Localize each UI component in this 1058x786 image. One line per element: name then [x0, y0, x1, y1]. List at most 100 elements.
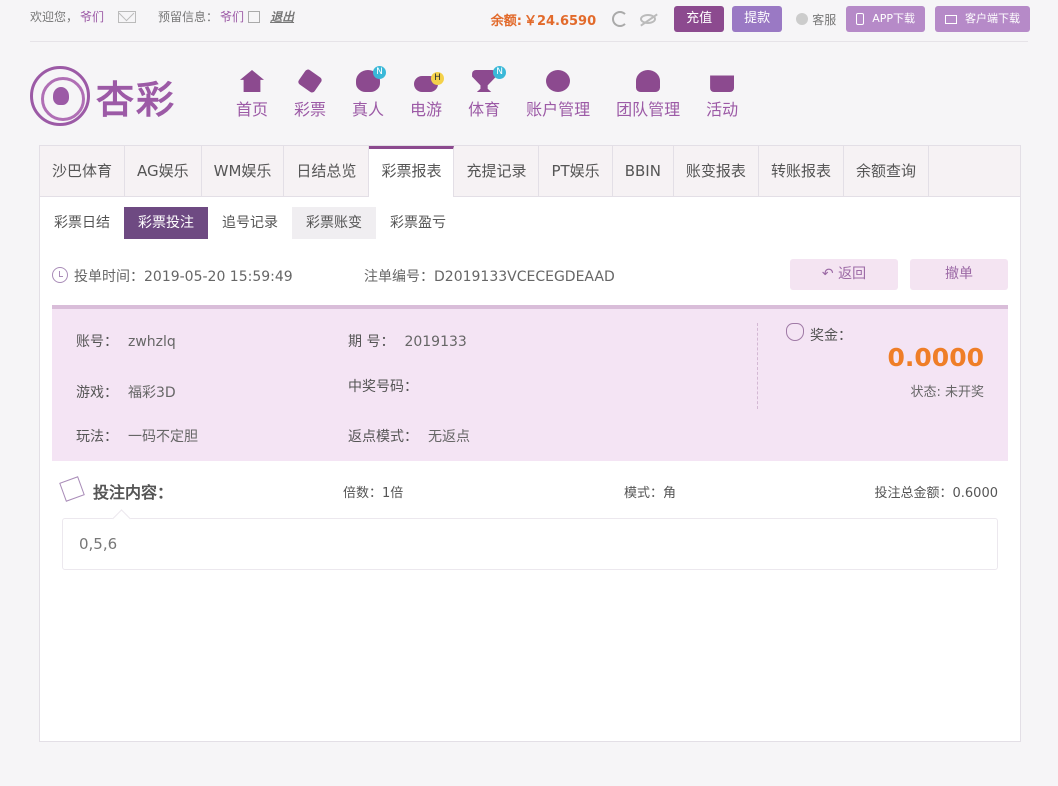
account-label: 账号：: [76, 334, 118, 350]
client-download-label: 客户端下载: [965, 12, 1020, 25]
tab-saba-sports[interactable]: 沙巴体育: [40, 146, 126, 196]
period-label: 期 号：: [348, 334, 395, 350]
nav-label: 电游: [410, 100, 443, 119]
site-logo[interactable]: 杏彩: [30, 66, 176, 126]
nav-item-home[interactable]: 首页: [236, 70, 268, 120]
nav-item-egame[interactable]: H 电游: [410, 70, 445, 120]
bet-detail-card: 账号： zwhzlq 期 号： 2019133 游戏： 福彩3D 中奖号码： 玩法： 一…: [52, 305, 1008, 461]
tab-account-change[interactable]: 账变报表: [674, 146, 759, 196]
top-divider: [30, 41, 1028, 42]
app-download-button[interactable]: APP下载: [846, 6, 925, 32]
coin-icon: [546, 70, 571, 92]
hide-balance-icon[interactable]: [640, 14, 657, 24]
logo-emblem-icon: [30, 66, 90, 126]
tab-deposit-withdraw[interactable]: 充提记录: [454, 146, 540, 196]
monitor-icon: [945, 14, 957, 24]
app-download-label: APP下载: [872, 12, 915, 25]
recharge-button[interactable]: 充值: [674, 6, 725, 32]
status-value: 未开奖: [944, 385, 984, 400]
nav-item-live[interactable]: N 真人: [352, 66, 387, 120]
balance-label: 余额:: [490, 13, 522, 29]
prize-value: 0.0000: [887, 343, 984, 372]
bet-multiple: 倍数：1倍: [343, 486, 404, 501]
game-value: 福彩3D: [128, 385, 176, 401]
nav-item-sports[interactable]: N 体育: [468, 66, 507, 120]
play-value: 一码不定胆: [128, 429, 198, 445]
nav-label: 账户管理: [526, 100, 591, 119]
main-nav: 首页 彩票 N 真人 H 电游 N 体育 账户管理 团队管理 活动: [236, 66, 764, 120]
bet-time-label: 投单时间：: [74, 269, 144, 285]
customer-service-link[interactable]: 客服: [796, 11, 836, 28]
subtab-lottery-daily[interactable]: 彩票日结: [40, 207, 124, 239]
back-button[interactable]: ↶ 返回: [790, 259, 898, 290]
bet-time: 投单时间：2019-05-20 15:59:49: [74, 266, 293, 286]
bet-content-title: 投注内容：: [93, 483, 174, 502]
logo-brand: 杏彩: [96, 76, 177, 122]
bet-number-label: 注单编号：: [364, 269, 434, 285]
bet-number: 注单编号：D2019133VCECEGDEAAD: [364, 266, 615, 286]
game-field: 游戏： 福彩3D: [76, 382, 176, 402]
nav-label: 真人: [352, 100, 385, 119]
clock-icon: [52, 267, 68, 283]
new-badge: N: [493, 66, 507, 79]
prize-label: 奖金：: [810, 328, 852, 344]
welcome-text: 欢迎您，: [30, 10, 79, 24]
account-field: 账号： zwhzlq: [76, 331, 176, 351]
tab-wm[interactable]: WM娱乐: [202, 146, 285, 196]
ticket-icon: [297, 68, 323, 94]
client-download-button[interactable]: 客户端下载: [935, 6, 1030, 32]
bet-info-row: 投单时间：2019-05-20 15:59:49 注单编号：D2019133VC…: [52, 259, 1008, 291]
nav-item-lottery[interactable]: 彩票: [294, 68, 326, 120]
subtab-lottery-bets[interactable]: 彩票投注: [124, 207, 208, 239]
winning-number-field: 中奖号码：: [348, 376, 428, 396]
customer-service-icon: [796, 13, 809, 25]
tab-daily-overview[interactable]: 日结总览: [284, 146, 370, 196]
rebate-value: 无返点: [428, 429, 470, 445]
period-value: 2019133: [404, 334, 467, 350]
dealer-icon: N: [356, 66, 387, 92]
tab-ag[interactable]: AG娱乐: [125, 146, 202, 196]
nav-item-team[interactable]: 团队管理: [616, 70, 680, 120]
subtab-lottery-changes[interactable]: 彩票账变: [292, 207, 376, 239]
welcome-area: 欢迎您， 爷们 预留信息： 爷们 退出: [30, 8, 294, 25]
tab-pt[interactable]: PT娱乐: [539, 146, 613, 196]
mail-icon[interactable]: [118, 10, 137, 23]
bet-total-amount: 投注总金额：0.6000: [874, 486, 999, 501]
nav-item-promo[interactable]: 活动: [706, 70, 738, 120]
tab-transfer[interactable]: 转账报表: [759, 146, 844, 196]
home-icon: [240, 70, 264, 92]
card-zigzag-edge: [52, 455, 1008, 463]
nav-label: 体育: [468, 100, 501, 119]
nav-label: 团队管理: [616, 100, 681, 119]
card-separator: [757, 323, 758, 409]
winning-number-label: 中奖号码：: [348, 379, 418, 395]
reserve-value: 爷们: [220, 10, 245, 24]
rebate-label: 返点模式：: [348, 429, 418, 445]
username-link[interactable]: 爷们: [80, 8, 104, 25]
status-label: 状态:: [910, 385, 945, 400]
refresh-icon[interactable]: [612, 11, 629, 27]
subtab-chase-records[interactable]: 追号记录: [208, 207, 292, 239]
gift-icon: [710, 75, 735, 92]
bet-content-header: 投注内容： 倍数：1倍 模式：角 投注总金额：0.6000: [59, 476, 999, 503]
balance-value: ￥24.6590: [523, 13, 597, 29]
rebate-field: 返点模式： 无返点: [348, 426, 470, 446]
back-label: 返回: [838, 266, 867, 282]
tab-balance-query[interactable]: 余额查询: [844, 146, 929, 196]
subtab-lottery-pnl[interactable]: 彩票盈亏: [376, 207, 460, 239]
nav-item-account[interactable]: 账户管理: [526, 70, 590, 120]
account-actions: 余额: ￥24.6590 充值 提款 客服 APP下载 客户端下载: [491, 6, 1030, 32]
logout-link[interactable]: 退出: [270, 8, 294, 25]
edit-icon[interactable]: [248, 10, 261, 23]
nav-label: 首页: [236, 100, 269, 119]
tab-lottery-report[interactable]: 彩票报表: [369, 146, 455, 197]
withdraw-button[interactable]: 提款: [732, 6, 783, 32]
money-bag-icon: [786, 323, 804, 341]
hot-badge: H: [431, 72, 445, 85]
tab-bbin[interactable]: BBIN: [613, 146, 674, 196]
account-value: zwhzlq: [128, 334, 176, 350]
top-bar: 欢迎您， 爷们 预留信息： 爷们 退出 余额: ￥24.6590 充值 提款 客…: [0, 0, 1058, 38]
new-badge: N: [373, 66, 387, 79]
bet-time-value: 2019-05-20 15:59:49: [144, 269, 293, 285]
cancel-bet-button[interactable]: 撤单: [910, 259, 1008, 290]
